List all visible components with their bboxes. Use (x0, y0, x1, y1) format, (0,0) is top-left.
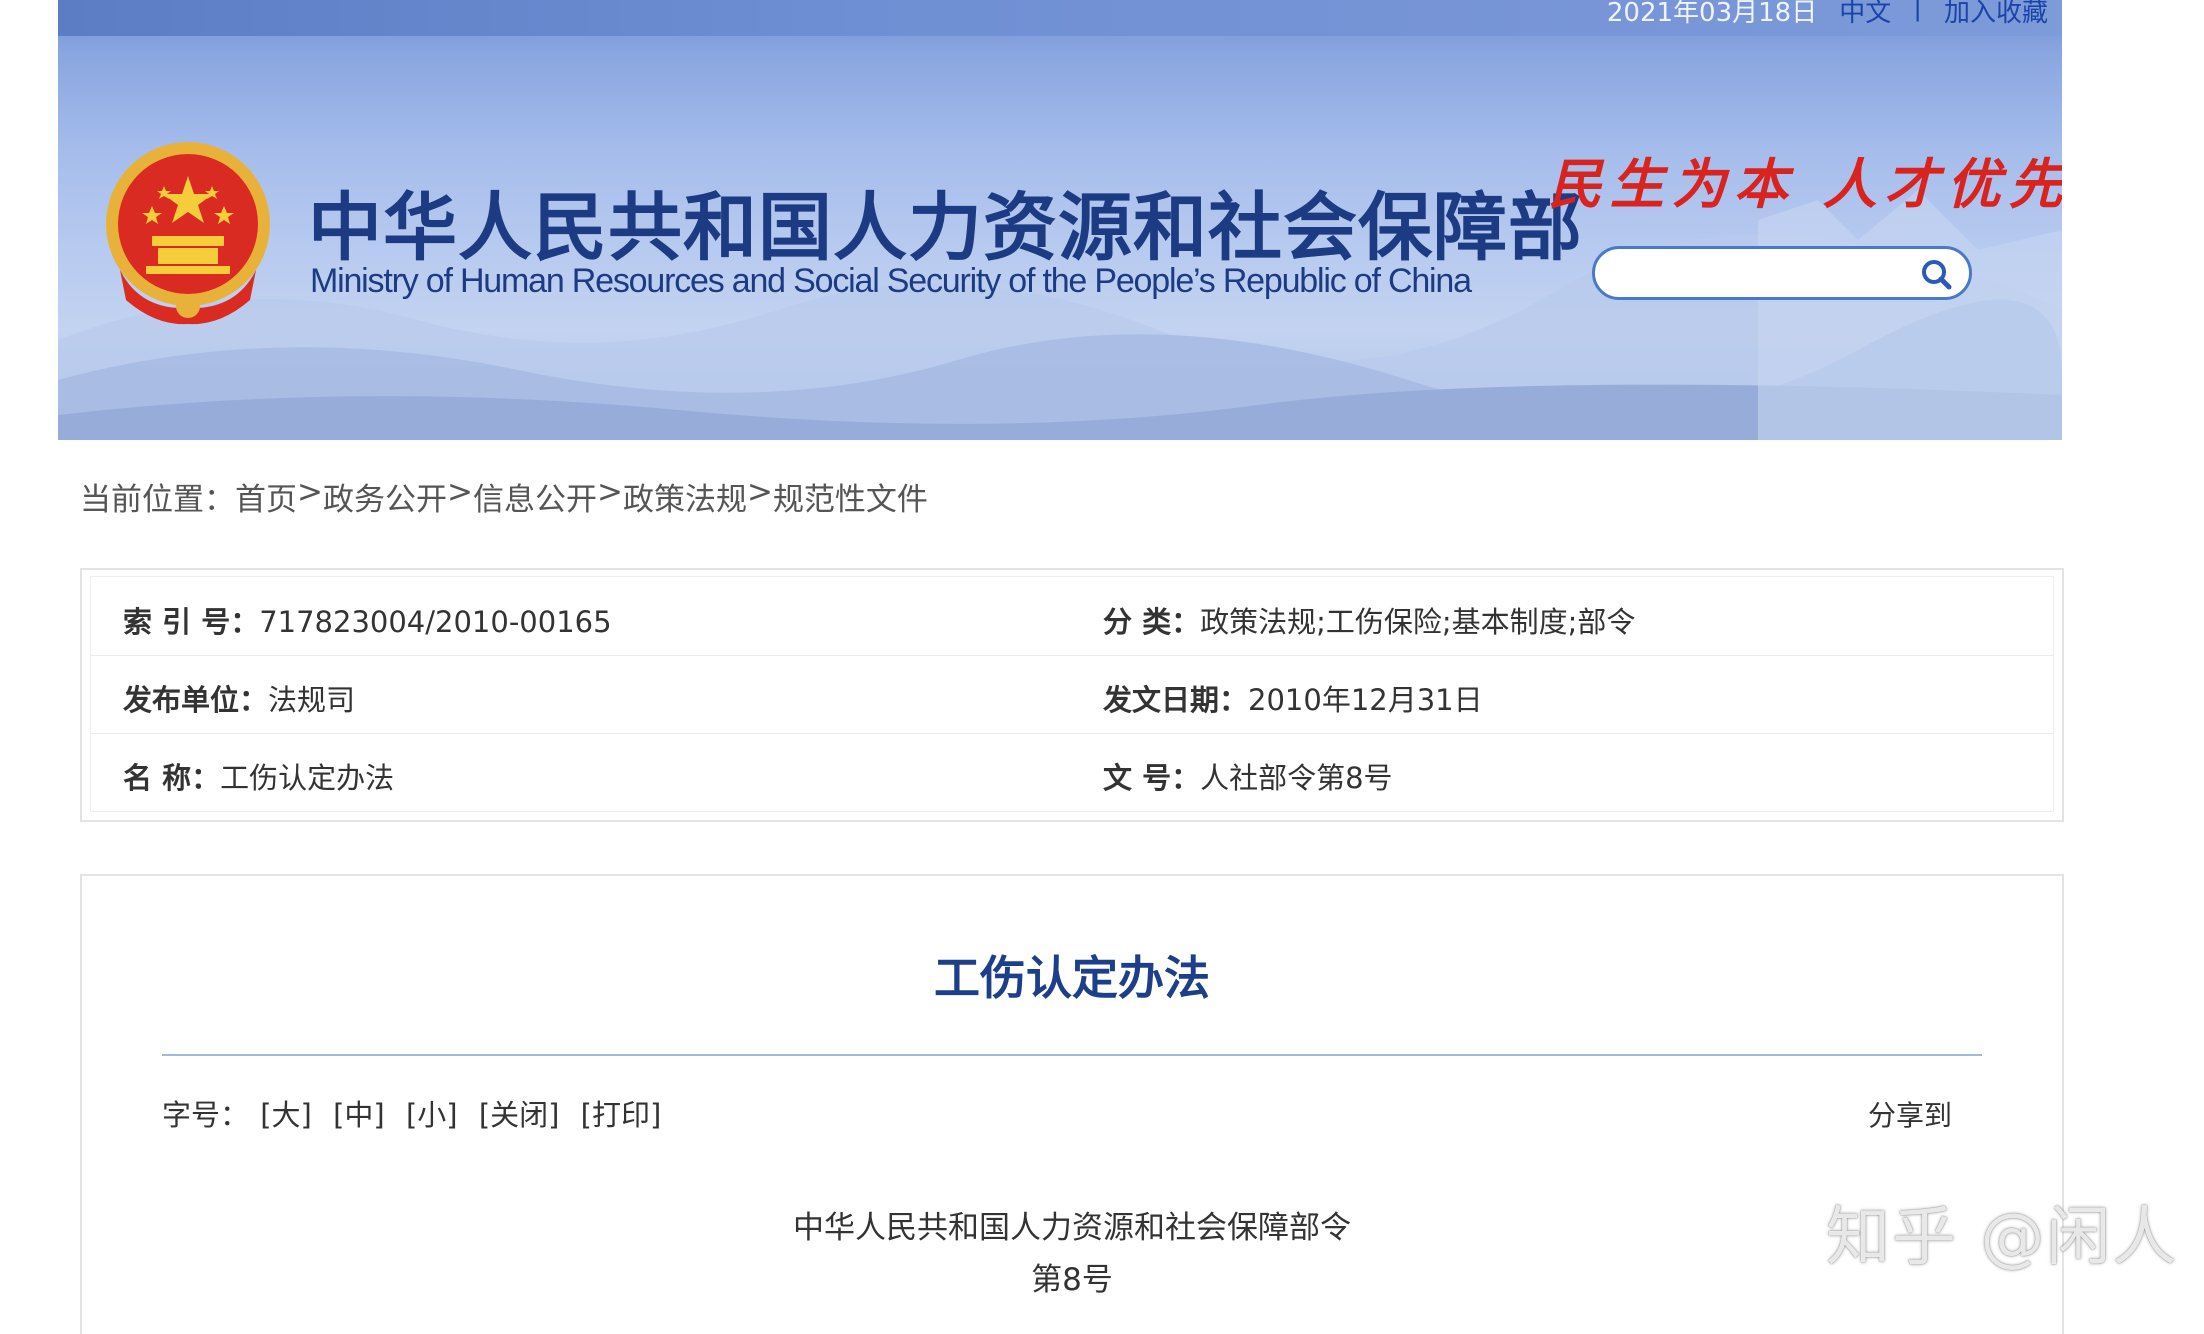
doc-name-cell: 名 称：工伤认定办法 (123, 755, 394, 797)
issuer-cell: 发布单位：法规司 (123, 677, 355, 719)
breadcrumb-separator: > (746, 474, 773, 510)
top-links: 2021年03月18日 中文 | 加入收藏 (1607, 0, 2048, 29)
category-value: 政策法规;工伤保险;基本制度;部令 (1200, 605, 1636, 639)
index-number-value: 717823004/2010-00165 (259, 605, 612, 639)
title-divider (162, 1054, 1982, 1056)
close-button[interactable]: [关闭] (479, 1098, 560, 1132)
issuer-value: 法规司 (268, 683, 356, 717)
ministry-title-en: Ministry of Human Resources and Social S… (310, 262, 1472, 300)
info-row: 发布单位：法规司 发文日期：2010年12月31日 (91, 655, 2053, 734)
search-input[interactable] (1613, 257, 1917, 293)
breadcrumb-item-normative-docs[interactable]: 规范性文件 (773, 474, 928, 519)
font-size-controls: 字号： [大] [中] [小] [关闭] [打印] (162, 1092, 671, 1134)
breadcrumb-item-home[interactable]: 首页 (235, 474, 297, 519)
decree-issuer: 中华人民共和国人力资源和社会保障部令 (793, 1210, 1351, 1246)
print-button[interactable]: [打印] (581, 1098, 662, 1132)
index-number-cell: 索 引 号：717823004/2010-00165 (123, 599, 612, 641)
decree-heading: 中华人民共和国人力资源和社会保障部令 第8号 (82, 1202, 2062, 1306)
breadcrumb-item-policies[interactable]: 政策法规 (623, 474, 747, 519)
issue-date-value: 2010年12月31日 (1248, 683, 1483, 717)
search-icon[interactable] (1919, 257, 1953, 291)
top-bar: 2021年03月18日 中文 | 加入收藏 (58, 0, 2062, 36)
article-title: 工伤认定办法 (934, 951, 1210, 1005)
share-to-button[interactable]: 分享到 (1868, 1094, 1952, 1134)
language-link[interactable]: 中文 (1839, 0, 1891, 29)
breadcrumb-separator: > (596, 474, 623, 510)
font-size-large-button[interactable]: [大] (260, 1098, 312, 1132)
national-emblem-icon (106, 142, 270, 325)
breadcrumb-label: 当前位置： (80, 482, 235, 518)
breadcrumb-item-information[interactable]: 信息公开 (473, 474, 597, 519)
font-size-label: 字号： (162, 1098, 250, 1132)
current-date: 2021年03月18日 (1606, 0, 1818, 28)
info-row: 名 称：工伤认定办法 文 号：人社部令第8号 (91, 733, 2053, 811)
font-size-medium-button[interactable]: [中] (333, 1098, 385, 1132)
document-info-table: 索 引 号：717823004/2010-00165 分 类：政策法规;工伤保险… (80, 568, 2064, 822)
top-divider: | (1913, 0, 1922, 22)
zhihu-watermark: 知乎 @闲人 (1826, 1201, 2179, 1275)
category-cell: 分 类：政策法规;工伤保险;基本制度;部令 (1103, 599, 1635, 641)
issuer-label: 发布单位： (123, 683, 269, 717)
ministry-title-cn: 中华人民共和国人力资源和社会保障部 (308, 185, 1583, 271)
breadcrumb-item-government-affairs[interactable]: 政务公开 (323, 474, 447, 519)
issue-date-label: 发文日期： (1103, 683, 1249, 717)
bookmark-link[interactable]: 加入收藏 (1944, 0, 2048, 29)
doc-number-label: 文 号： (1103, 761, 1201, 795)
doc-number-cell: 文 号：人社部令第8号 (1103, 755, 1393, 797)
slogan: 民生为本 人才优先 (1548, 152, 2062, 216)
breadcrumb-separator: > (446, 474, 473, 510)
breadcrumb-separator: > (297, 474, 323, 510)
info-row: 索 引 号：717823004/2010-00165 分 类：政策法规;工伤保险… (91, 577, 2053, 656)
font-size-small-button[interactable]: [小] (406, 1098, 458, 1132)
decree-number: 第8号 (1031, 1262, 1113, 1298)
doc-name-label: 名 称： (123, 761, 221, 795)
category-label: 分 类： (1103, 605, 1201, 639)
index-number-label: 索 引 号： (123, 605, 260, 639)
search-box[interactable] (1592, 246, 1972, 300)
doc-number-value: 人社部令第8号 (1200, 761, 1393, 795)
article-panel: 工伤认定办法 字号： [大] [中] [小] [关闭] [打印] 分享到 中华人… (80, 874, 2064, 1334)
info-table-inner: 索 引 号：717823004/2010-00165 分 类：政策法规;工伤保险… (90, 576, 2054, 812)
issue-date-cell: 发文日期：2010年12月31日 (1103, 677, 1483, 719)
header-banner: 2021年03月18日 中文 | 加入收藏 中华人民共和国人力资源和社会保障部 … (58, 0, 2062, 440)
doc-name-value: 工伤认定办法 (220, 761, 395, 795)
breadcrumb: 当前位置： 首页 > 政务公开 > 信息公开 > 政策法规 > 规范性文件 (80, 474, 928, 519)
